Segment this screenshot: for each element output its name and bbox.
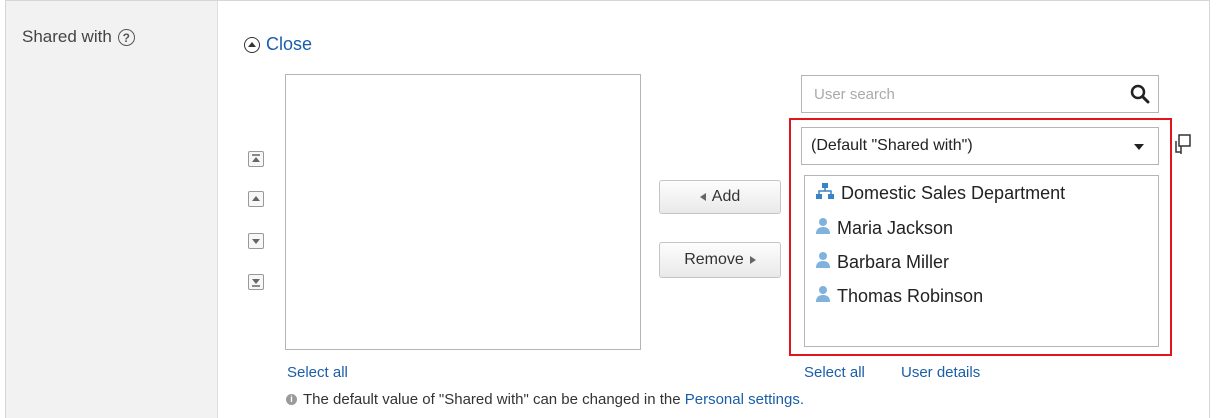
list-item[interactable]: Domestic Sales Department — [815, 182, 1065, 205]
arrow-left-icon — [699, 193, 706, 201]
candidate-label: Barbara Miller — [837, 252, 950, 272]
remove-button[interactable]: Remove — [659, 242, 781, 278]
move-to-top-icon[interactable] — [248, 151, 264, 167]
group-select-value: (Default "Shared with") — [811, 137, 973, 154]
personal-settings-link[interactable]: Personal settings. — [685, 391, 804, 408]
user-search-input[interactable] — [802, 76, 1122, 112]
field-label-text: Shared with — [22, 27, 112, 46]
list-item[interactable]: Thomas Robinson — [815, 285, 983, 308]
select-all-link-left[interactable]: Select all — [287, 364, 348, 381]
move-up-icon[interactable] — [248, 191, 264, 207]
default-note: i The default value of "Shared with" can… — [286, 391, 804, 408]
arrow-right-icon — [749, 256, 756, 264]
note-body: The default value of "Shared with" can b… — [303, 391, 681, 408]
collapse-up-icon — [244, 36, 260, 53]
select-all-link-right[interactable]: Select all — [804, 364, 865, 381]
user-icon — [815, 217, 831, 240]
move-to-bottom-icon[interactable] — [248, 274, 264, 290]
add-label: Add — [711, 188, 741, 205]
user-icon — [815, 251, 831, 274]
remove-label: Remove — [684, 251, 744, 268]
group-select[interactable]: (Default "Shared with") — [801, 127, 1159, 165]
close-link[interactable]: Close — [244, 34, 312, 55]
candidate-label: Domestic Sales Department — [841, 183, 1066, 203]
user-search-box — [801, 75, 1159, 113]
organization-icon — [815, 182, 835, 205]
question-circle-icon[interactable]: ? — [117, 28, 135, 46]
selected-members-list[interactable] — [285, 74, 641, 350]
chevron-down-icon — [1134, 144, 1144, 150]
search-icon[interactable] — [1130, 84, 1150, 109]
list-item[interactable]: Maria Jackson — [815, 217, 953, 240]
add-button[interactable]: Add — [659, 180, 781, 214]
candidate-label: Thomas Robinson — [837, 286, 984, 306]
note-text: The default value of "Shared with" can b… — [303, 391, 804, 408]
user-icon — [815, 285, 831, 308]
user-details-link[interactable]: User details — [901, 364, 980, 381]
candidate-label: Maria Jackson — [837, 218, 954, 238]
move-down-icon[interactable] — [248, 233, 264, 249]
field-label: Shared with ? — [22, 27, 135, 47]
label-column — [6, 1, 218, 418]
info-icon: i — [286, 394, 297, 405]
close-label: Close — [266, 34, 313, 54]
popup-window-icon[interactable] — [1173, 133, 1193, 160]
list-item[interactable]: Barbara Miller — [815, 251, 949, 274]
candidate-list[interactable]: Domestic Sales Department Maria Jackson … — [804, 175, 1159, 347]
